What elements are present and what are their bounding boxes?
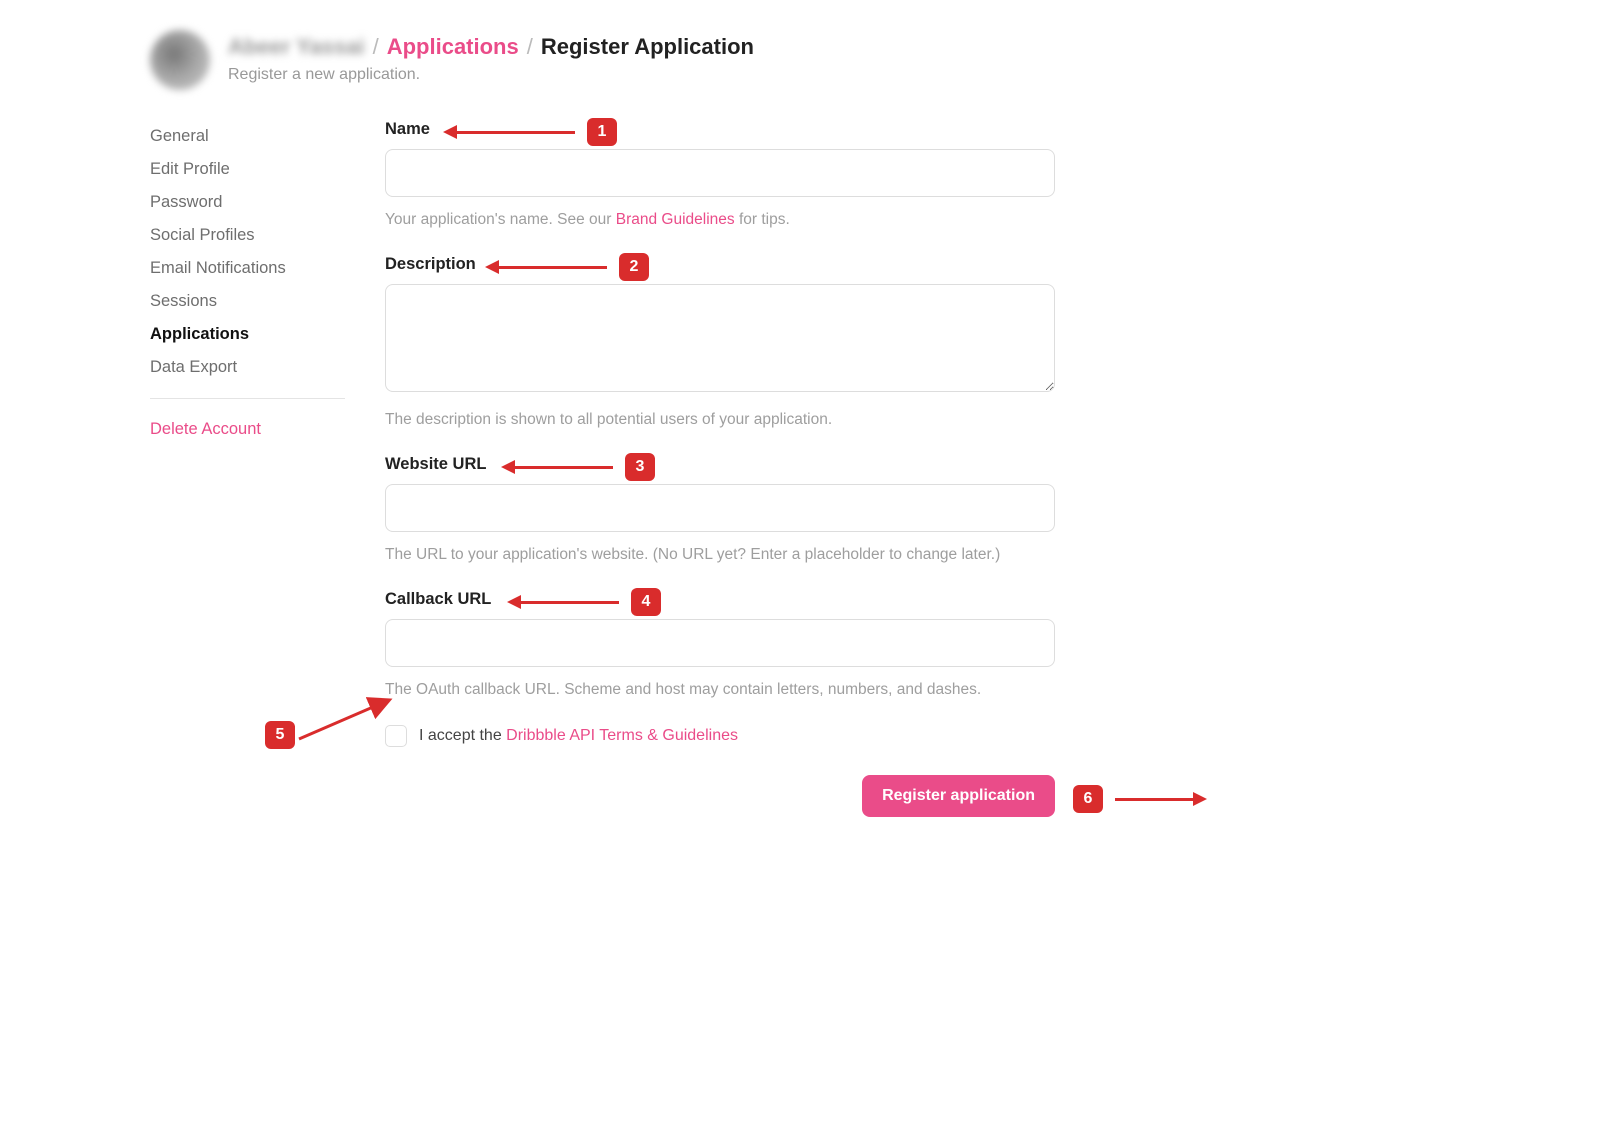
sidebar-item-general[interactable]: General: [150, 120, 345, 153]
name-label: Name: [385, 120, 430, 139]
callback-url-hint: The OAuth callback URL. Scheme and host …: [385, 681, 1055, 699]
breadcrumb-applications-link[interactable]: Applications: [387, 34, 519, 60]
breadcrumb-separator: /: [527, 34, 533, 60]
field-name: Name 1 Your application's name. See our …: [385, 120, 1055, 229]
terms-link[interactable]: Dribbble API Terms & Guidelines: [506, 727, 738, 744]
annotation-6: 6: [1073, 785, 1195, 813]
description-input[interactable]: [385, 284, 1055, 392]
breadcrumb-user[interactable]: Abeer Yassai: [228, 34, 365, 60]
sidebar-item-delete-account[interactable]: Delete Account: [150, 413, 345, 446]
terms-row: 5 I accept the Dribbble API Terms & Guid…: [385, 725, 1055, 747]
terms-label: I accept the Dribbble API Terms & Guidel…: [419, 727, 738, 745]
name-input[interactable]: [385, 149, 1055, 197]
field-description: Description 2 The description is shown t…: [385, 255, 1055, 429]
callback-url-input[interactable]: [385, 619, 1055, 667]
website-url-input[interactable]: [385, 484, 1055, 532]
breadcrumb: Abeer Yassai / Applications / Register A…: [228, 34, 754, 60]
sidebar: General Edit Profile Password Social Pro…: [150, 120, 345, 446]
website-url-label: Website URL: [385, 455, 486, 474]
terms-checkbox[interactable]: [385, 725, 407, 747]
sidebar-item-applications[interactable]: Applications: [150, 318, 345, 351]
sidebar-item-sessions[interactable]: Sessions: [150, 285, 345, 318]
annotation-4: 4: [519, 588, 661, 616]
sidebar-item-email-notifications[interactable]: Email Notifications: [150, 252, 345, 285]
page-header: Abeer Yassai / Applications / Register A…: [150, 30, 1470, 90]
submit-row: Register application 6: [385, 775, 1055, 817]
annotation-1: 1: [455, 118, 617, 146]
field-website-url: Website URL 3 The URL to your applicatio…: [385, 455, 1055, 564]
description-hint: The description is shown to all potentia…: [385, 411, 1055, 429]
sidebar-item-data-export[interactable]: Data Export: [150, 351, 345, 384]
sidebar-item-social-profiles[interactable]: Social Profiles: [150, 219, 345, 252]
brand-guidelines-link[interactable]: Brand Guidelines: [616, 211, 735, 228]
breadcrumb-current: Register Application: [541, 34, 754, 60]
register-application-button[interactable]: Register application: [862, 775, 1055, 817]
avatar[interactable]: [150, 30, 210, 90]
breadcrumb-separator: /: [373, 34, 379, 60]
sidebar-item-edit-profile[interactable]: Edit Profile: [150, 153, 345, 186]
main-form: Name 1 Your application's name. See our …: [385, 120, 1055, 817]
website-url-hint: The URL to your application's website. (…: [385, 546, 1055, 564]
field-callback-url: Callback URL 4 The OAuth callback URL. S…: [385, 590, 1055, 699]
callback-url-label: Callback URL: [385, 590, 491, 609]
annotation-2: 2: [497, 253, 649, 281]
description-label: Description: [385, 255, 476, 274]
sidebar-item-password[interactable]: Password: [150, 186, 345, 219]
sidebar-divider: [150, 398, 345, 399]
annotation-3: 3: [513, 453, 655, 481]
page-subtitle: Register a new application.: [228, 66, 754, 84]
annotation-5: 5: [265, 689, 395, 749]
name-hint: Your application's name. See our Brand G…: [385, 211, 1055, 229]
